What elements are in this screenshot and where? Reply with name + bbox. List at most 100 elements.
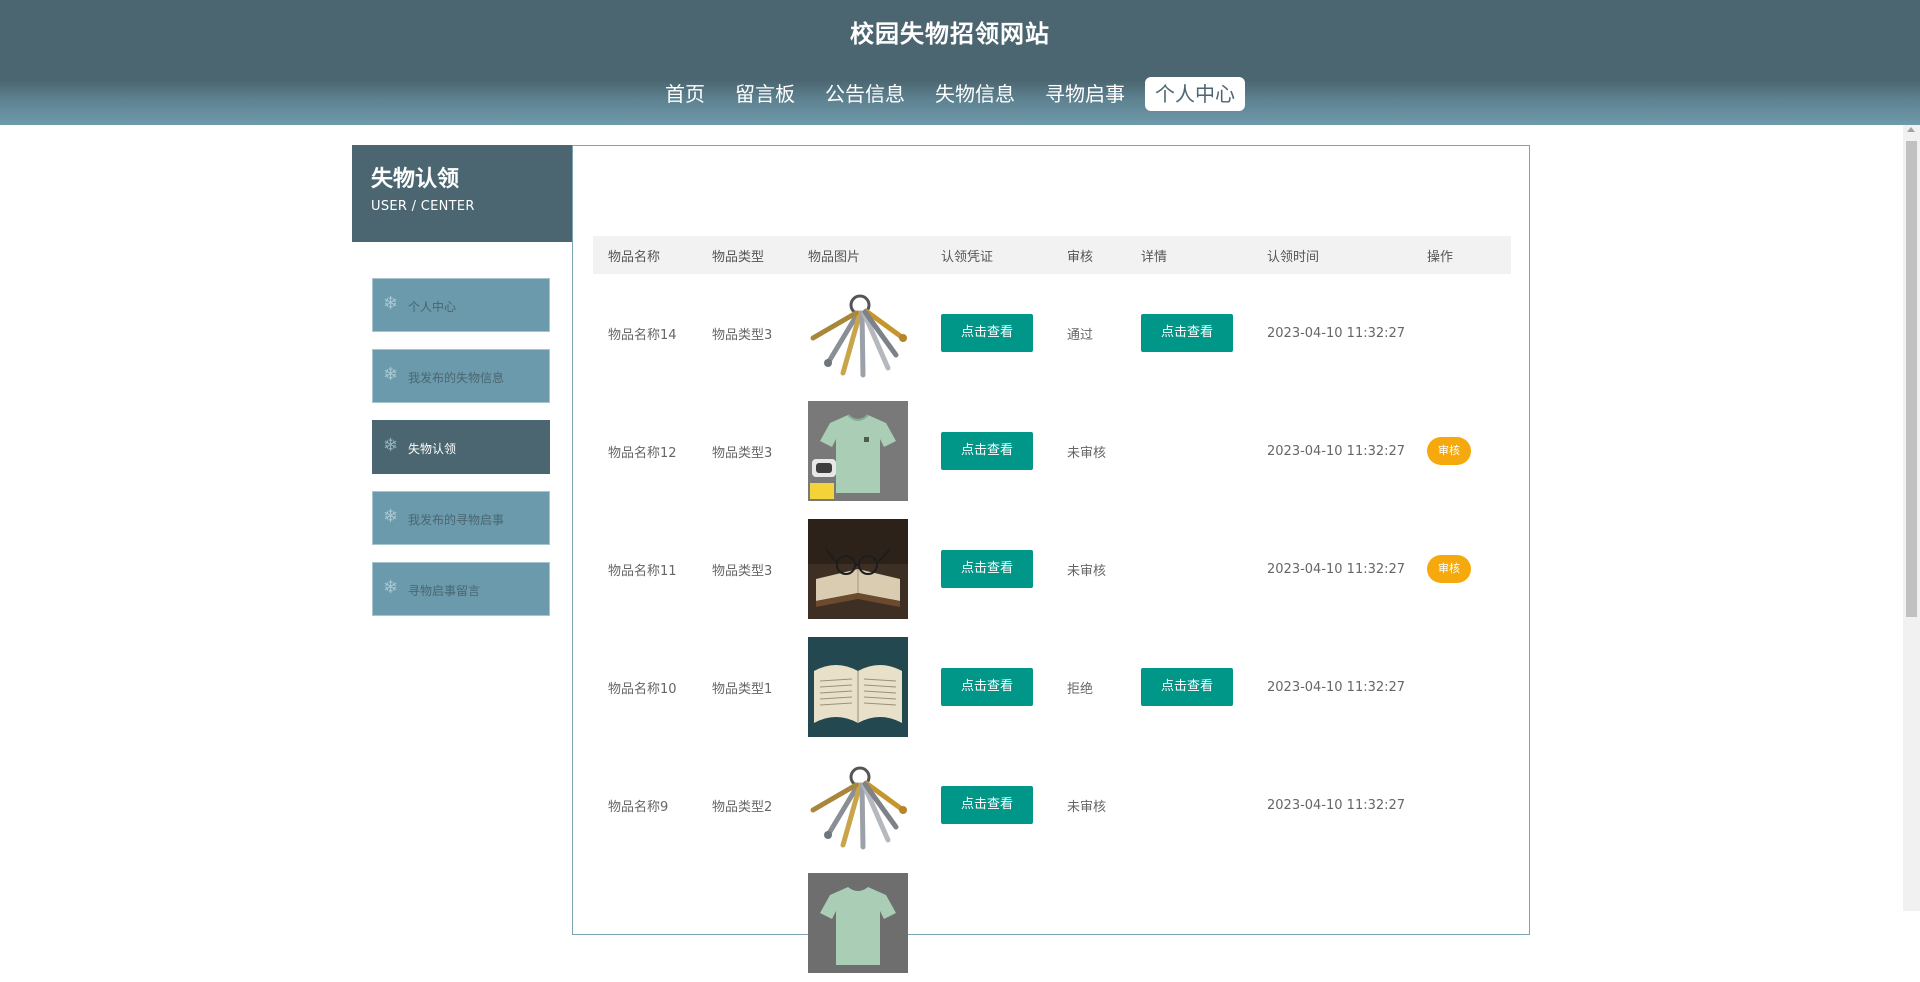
action-cell: 审核 [1412, 510, 1511, 628]
audit-status: 未审核 [1067, 563, 1107, 579]
sidebar-item-label: 寻物启事留言 [408, 584, 481, 598]
view-proof-button[interactable]: 点击查看 [941, 314, 1033, 352]
view-detail-button[interactable]: 点击查看 [1141, 668, 1233, 706]
table-row: 物品名称11 物品类型3 点击查看 未审核 2023-04-10 11:32:2… [593, 510, 1511, 628]
action-cell [1412, 274, 1511, 392]
keys-image[interactable] [808, 755, 908, 855]
action-cell: 审核 [1412, 392, 1511, 510]
view-detail-button[interactable]: 点击查看 [1141, 314, 1233, 352]
detail-cell: 点击查看 [1126, 628, 1252, 746]
site-header: 校园失物招领网站 首页 留言板 公告信息 失物信息 寻物启事 个人中心 [0, 0, 1920, 125]
claim-time: 2023-04-10 11:32:27 [1267, 561, 1406, 577]
nav-lost-items[interactable]: 失物信息 [925, 77, 1025, 111]
column-header: 认领凭证 [941, 249, 994, 265]
snowflake-icon: ❄ [383, 364, 399, 385]
audit-status [1052, 864, 1126, 982]
proof-cell: 点击查看 [926, 392, 1052, 510]
sidebar-item-label: 我发布的失物信息 [408, 371, 505, 385]
detail-cell: 点击查看 [1126, 274, 1252, 392]
table-row: 物品名称12 物品类型3 点击查看 未审核 2023-04-10 11:32:2… [593, 392, 1511, 510]
sidebar-item-label: 个人中心 [408, 300, 457, 314]
view-proof-button[interactable]: 点击查看 [941, 550, 1033, 588]
proof-cell: 点击查看 [926, 510, 1052, 628]
sidebar-item-label: 我发布的寻物启事 [408, 513, 505, 527]
sidebar-title: 失物认领 [371, 167, 460, 192]
column-header: 详情 [1141, 249, 1168, 265]
claim-time [1252, 864, 1412, 982]
nav-message-board[interactable]: 留言板 [725, 77, 805, 111]
main-panel: 物品名称 物品类型 物品图片 认领凭证 审核 详情 认领时间 操作 物品名称14… [572, 145, 1530, 973]
table-row: 物品名称10 物品类型1 点击查看 拒绝 点击查看 2023-04-10 11:… [593, 628, 1511, 746]
item-name: 物品名称14 [608, 327, 677, 343]
item-image-cell [793, 746, 926, 864]
column-header: 审核 [1067, 249, 1094, 265]
audit-button[interactable]: 审核 [1427, 555, 1471, 583]
sidebar-item-my-search-notices[interactable]: ❄ 我发布的寻物启事 [372, 491, 550, 545]
scroll-thumb[interactable] [1906, 141, 1917, 617]
item-name: 物品名称9 [608, 799, 669, 815]
scroll-up-arrow-icon[interactable] [1907, 127, 1915, 132]
nav-search-notices[interactable]: 寻物启事 [1035, 77, 1135, 111]
tshirt-image[interactable] [808, 401, 908, 501]
nav-personal-center[interactable]: 个人中心 [1145, 77, 1245, 111]
nav-home[interactable]: 首页 [655, 77, 715, 111]
view-proof-button[interactable]: 点击查看 [941, 786, 1033, 824]
sidebar-item-search-messages[interactable]: ❄ 寻物启事留言 [372, 562, 550, 616]
snowflake-icon: ❄ [383, 293, 399, 314]
nav-announcements[interactable]: 公告信息 [815, 77, 915, 111]
column-header: 物品名称 [608, 249, 661, 265]
detail-cell [1126, 864, 1252, 982]
column-header: 物品图片 [808, 249, 861, 265]
item-image-cell [793, 864, 926, 982]
audit-status: 通过 [1067, 327, 1094, 343]
audit-button[interactable]: 审核 [1427, 437, 1471, 465]
action-cell [1412, 628, 1511, 746]
sidebar-header: 失物认领 USER / CENTER [352, 145, 572, 242]
keys-image[interactable] [808, 283, 908, 383]
detail-cell [1126, 510, 1252, 628]
open-book-image[interactable] [808, 637, 908, 737]
item-type [697, 864, 793, 982]
proof-cell: 点击查看 [926, 628, 1052, 746]
main-nav: 首页 留言板 公告信息 失物信息 寻物启事 个人中心 [0, 77, 1900, 111]
proof-cell: 点击查看 [926, 746, 1052, 864]
page-scrollbar[interactable] [1903, 125, 1920, 911]
claim-time: 2023-04-10 11:32:27 [1267, 679, 1406, 695]
sidebar-item-claims[interactable]: ❄ 失物认领 [372, 420, 550, 474]
audit-status: 未审核 [1067, 799, 1107, 815]
item-type: 物品类型3 [712, 327, 773, 343]
proof-cell [926, 864, 1052, 982]
view-proof-button[interactable]: 点击查看 [941, 668, 1033, 706]
audit-status: 拒绝 [1067, 681, 1094, 697]
claim-time: 2023-04-10 11:32:27 [1267, 443, 1406, 459]
claim-time: 2023-04-10 11:32:27 [1267, 325, 1406, 341]
item-image-cell [793, 274, 926, 392]
snowflake-icon: ❄ [383, 506, 399, 527]
action-cell [1412, 864, 1511, 982]
table-row [593, 864, 1511, 982]
claims-table: 物品名称 物品类型 物品图片 认领凭证 审核 详情 认领时间 操作 物品名称14… [593, 236, 1511, 982]
audit-status: 未审核 [1067, 445, 1107, 461]
item-type: 物品类型3 [712, 563, 773, 579]
sidebar-item-label: 失物认领 [408, 442, 457, 456]
item-name: 物品名称11 [608, 563, 677, 579]
action-cell [1412, 746, 1511, 864]
table-header-row: 物品名称 物品类型 物品图片 认领凭证 审核 详情 认领时间 操作 [593, 236, 1511, 274]
item-image-cell [793, 510, 926, 628]
tshirt-image[interactable] [808, 873, 908, 973]
snowflake-icon: ❄ [383, 435, 399, 456]
column-header: 认领时间 [1267, 249, 1320, 265]
item-name: 物品名称12 [608, 445, 677, 461]
sidebar-item-my-lost-items[interactable]: ❄ 我发布的失物信息 [372, 349, 550, 403]
sidebar-item-personal-center[interactable]: ❄ 个人中心 [372, 278, 550, 332]
view-proof-button[interactable]: 点击查看 [941, 432, 1033, 470]
column-header: 物品类型 [712, 249, 765, 265]
site-title: 校园失物招领网站 [850, 20, 1050, 48]
snowflake-icon: ❄ [383, 577, 399, 598]
sidebar-menu: ❄ 个人中心 ❄ 我发布的失物信息 ❄ 失物认领 ❄ 我发布的寻物启事 ❄ 寻物… [372, 278, 552, 633]
proof-cell: 点击查看 [926, 274, 1052, 392]
book-with-glasses-image[interactable] [808, 519, 908, 619]
item-image-cell [793, 628, 926, 746]
sidebar-subtitle: USER / CENTER [371, 199, 475, 214]
item-type: 物品类型1 [712, 681, 773, 697]
